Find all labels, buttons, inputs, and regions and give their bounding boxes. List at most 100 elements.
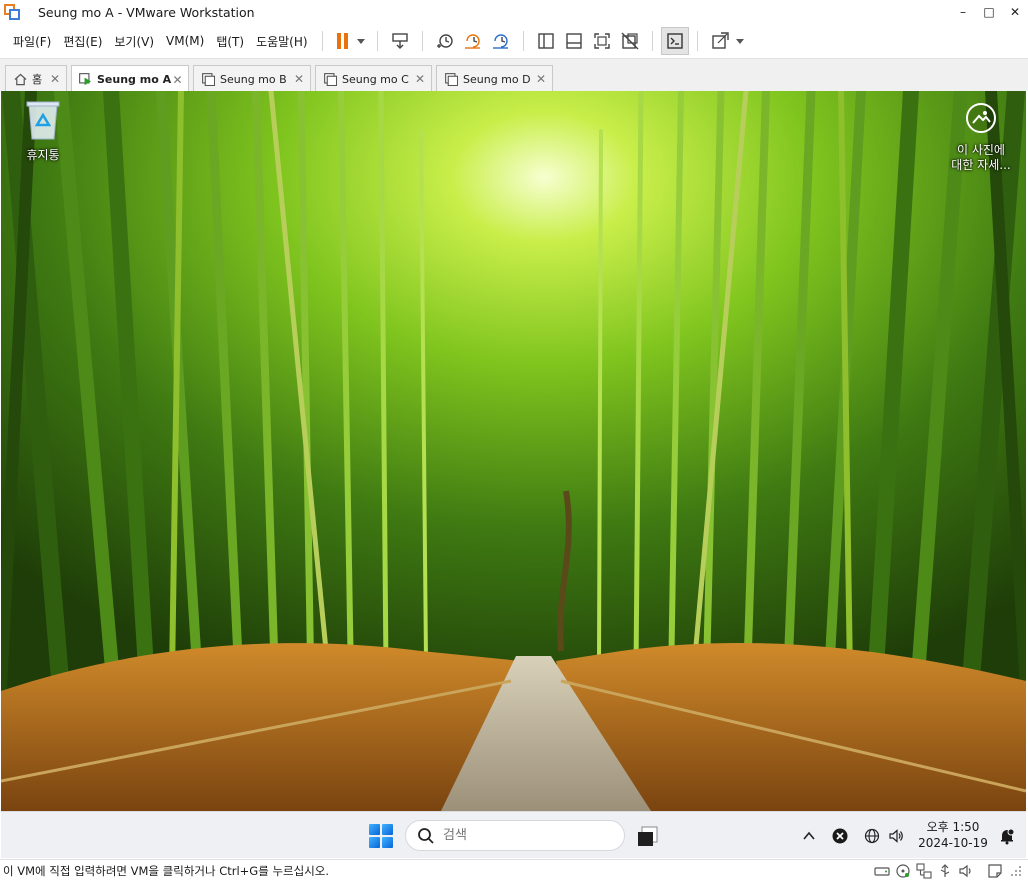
chevron-up-icon: [803, 831, 815, 840]
window-controls: – □ ✕: [950, 0, 1028, 24]
toolbar-separator: [651, 31, 653, 51]
toolbar-separator: [522, 31, 524, 51]
tab-seung-mo-a[interactable]: Seung mo A ✕: [71, 65, 189, 93]
spotlight-camera-icon: [966, 103, 996, 133]
clock-date: 2024-10-19: [918, 836, 988, 850]
notification-bell-icon: [1001, 828, 1015, 844]
tab-seung-mo-d[interactable]: Seung mo D ✕: [436, 65, 553, 92]
tab-label: Seung mo C: [342, 72, 409, 86]
window-title: Seung mo A - VMware Workstation: [38, 4, 255, 20]
recycle-bin-shortcut[interactable]: 휴지통: [21, 99, 65, 163]
taskbar-clock[interactable]: 오후 1:50 2024-10-19: [913, 819, 993, 851]
vmware-app-icon[interactable]: [4, 4, 20, 20]
tab-label: 홈: [32, 73, 43, 86]
close-window-button[interactable]: ✕: [1002, 0, 1028, 24]
tab-home[interactable]: 홈 ✕: [5, 65, 67, 92]
unity-button[interactable]: [616, 27, 644, 55]
resize-grip-icon[interactable]: [1007, 863, 1024, 880]
pause-icon: [337, 33, 349, 49]
stretch-icon: [711, 32, 729, 49]
recycle-bin-icon: [26, 101, 60, 140]
close-tab-icon[interactable]: ✕: [292, 72, 306, 86]
hard-disk-status-icon[interactable]: [873, 863, 890, 880]
menu-tabs[interactable]: 탭(T): [210, 33, 250, 50]
menu-file[interactable]: 파일(F): [7, 33, 57, 50]
menu-vm[interactable]: VM(M): [160, 34, 210, 48]
status-bar: 이 VM에 직접 입력하려면 VM을 클릭하거나 Ctrl+G를 누르십시오.: [0, 859, 1028, 881]
thumbnail-bar-button[interactable]: [560, 27, 588, 55]
recycle-bin-label: 휴지통: [26, 148, 60, 162]
full-screen-icon: [593, 33, 610, 49]
revert-snapshot-button[interactable]: [459, 27, 487, 55]
console-icon: [666, 33, 683, 49]
vm-icon: [444, 72, 458, 86]
suspend-button[interactable]: [331, 27, 355, 55]
cd-dvd-status-icon[interactable]: [894, 863, 911, 880]
minimize-button[interactable]: –: [950, 0, 976, 24]
search-input[interactable]: [443, 828, 603, 843]
stretch-dropdown-icon[interactable]: [735, 38, 744, 44]
spotlight-label: 이 사진에 대한 자세...: [951, 143, 1011, 172]
revert-snapshot-icon: [464, 34, 480, 49]
snapshot-manager-button[interactable]: [487, 27, 515, 55]
thumbnail-panel-icon: [565, 33, 582, 49]
tab-seung-mo-b[interactable]: Seung mo B ✕: [193, 65, 311, 92]
vm-icon: [201, 72, 215, 86]
library-panel-icon: [537, 33, 554, 49]
globe-network-icon: [864, 828, 880, 843]
maximize-button[interactable]: □: [976, 0, 1002, 24]
close-tab-icon[interactable]: ✕: [534, 72, 548, 86]
menu-edit[interactable]: 편집(E): [57, 33, 108, 50]
vm-icon: [323, 72, 337, 86]
speaker-icon: [889, 828, 903, 843]
keyboard-send-icon: [391, 33, 408, 49]
power-dropdown-icon[interactable]: [356, 38, 365, 44]
network-status-button[interactable]: [861, 812, 883, 859]
network-adapter-status-icon[interactable]: [915, 863, 932, 880]
windows-start-button[interactable]: [369, 824, 393, 848]
full-screen-button[interactable]: [588, 27, 616, 55]
show-hidden-icons-button[interactable]: [797, 812, 821, 859]
clock-time: 오후 1:50: [926, 820, 980, 834]
tray-app-button[interactable]: [829, 812, 851, 859]
take-snapshot-button[interactable]: [431, 27, 459, 55]
close-tab-icon[interactable]: ✕: [413, 72, 427, 86]
guest-taskbar: 오후 1:50 2024-10-19: [1, 811, 1026, 858]
toolbar-separator: [421, 31, 423, 51]
tab-label: Seung mo B: [220, 72, 287, 86]
tab-bar: 홈 ✕ Seung mo A ✕ Seung mo B ✕ Seung mo C…: [0, 58, 1028, 93]
tab-label: Seung mo D: [463, 72, 531, 86]
snapshot-icon: [436, 34, 453, 48]
snapshot-manager-icon: [492, 34, 508, 49]
menu-view[interactable]: 보기(V): [108, 33, 160, 50]
toolbar-separator: [376, 31, 378, 51]
status-message: 이 VM에 직접 입력하려면 VM을 클릭하거나 Ctrl+G를 누르십시오.: [3, 863, 330, 878]
close-circle-icon: [832, 828, 848, 843]
show-library-button[interactable]: [532, 27, 560, 55]
search-icon: [418, 827, 434, 844]
notification-button[interactable]: [995, 812, 1019, 859]
unity-icon: [621, 32, 639, 50]
taskbar-app-icon[interactable]: [636, 824, 660, 848]
toolbar-separator: [321, 31, 323, 51]
console-view-button[interactable]: [660, 27, 689, 55]
sound-status-icon[interactable]: [957, 863, 974, 880]
stretch-guest-button[interactable]: [706, 27, 734, 55]
home-icon: [13, 72, 27, 86]
menu-help[interactable]: 도움말(H): [250, 33, 314, 50]
vm-guest-desktop[interactable]: 휴지통 이 사진에 대한 자세...: [1, 91, 1026, 811]
vm-running-icon: [79, 73, 92, 87]
message-log-icon[interactable]: [986, 863, 1003, 880]
usb-status-icon[interactable]: [936, 863, 953, 880]
volume-button[interactable]: [885, 812, 907, 859]
taskbar-search-box[interactable]: [405, 820, 625, 851]
title-bar: Seung mo A - VMware Workstation – □ ✕: [0, 0, 1028, 24]
close-tab-icon[interactable]: ✕: [171, 73, 184, 87]
spotlight-info-shortcut[interactable]: 이 사진에 대한 자세...: [941, 103, 1021, 173]
close-tab-icon[interactable]: ✕: [48, 72, 62, 86]
device-status-icons: [873, 862, 1024, 880]
bamboo-forest-wallpaper: [1, 91, 1026, 811]
tab-seung-mo-c[interactable]: Seung mo C ✕: [315, 65, 432, 92]
send-ctrl-alt-del-button[interactable]: [386, 27, 414, 55]
tab-label: Seung mo A: [97, 73, 172, 86]
